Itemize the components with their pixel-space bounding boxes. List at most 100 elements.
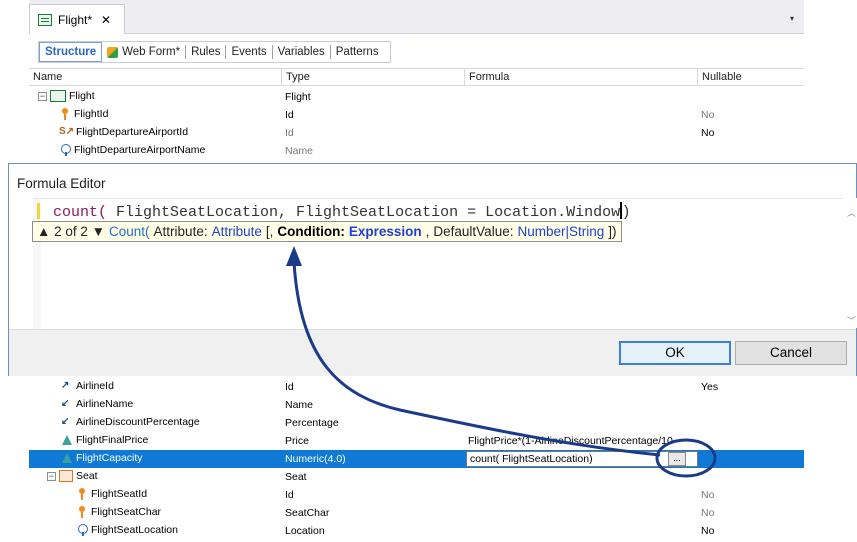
attribute-icon: [76, 524, 88, 536]
attribute-type: SeatChar: [285, 507, 330, 519]
param-condition-label: Condition:: [277, 224, 345, 239]
table-row[interactable]: FlightId Id No: [29, 106, 804, 124]
column-divider[interactable]: [281, 69, 282, 86]
collapse-icon[interactable]: −: [38, 91, 47, 101]
column-header-nullable[interactable]: Nullable: [702, 71, 742, 83]
tab-variables[interactable]: Variables: [273, 42, 330, 62]
attribute-type: Numeric(4.0): [285, 453, 346, 465]
tab-rules[interactable]: Rules: [186, 42, 225, 62]
code-close-paren: ): [621, 204, 631, 221]
level-icon: [59, 470, 73, 482]
attribute-type: Flight: [285, 91, 311, 103]
chevron-down-icon[interactable]: ▾: [790, 14, 794, 23]
attribute-name: FlightCapacity: [76, 452, 143, 464]
attribute-type: Id: [285, 381, 294, 393]
attribute-type: Id: [285, 109, 294, 121]
tab-web-form-label: Web Form*: [122, 46, 181, 58]
formula-editor-dialog: Formula Editor count( FlightSeatLocation…: [8, 163, 857, 376]
tab-structure[interactable]: Structure: [39, 42, 103, 62]
inferred-attribute-icon: [59, 144, 71, 156]
column-header-name[interactable]: Name: [33, 71, 62, 83]
key-icon: [76, 488, 88, 500]
attribute-name: FlightFinalPrice: [76, 434, 149, 446]
close-icon[interactable]: ✕: [101, 13, 111, 27]
inferred-icon: ↙: [61, 416, 70, 427]
attribute-nullable: No: [701, 109, 715, 121]
param-comma: ,: [425, 224, 430, 239]
cancel-button[interactable]: Cancel: [735, 341, 847, 365]
table-row[interactable]: − Seat Seat: [29, 468, 804, 486]
param-default-type: Number|String: [517, 224, 605, 239]
attribute-type: Id: [285, 127, 294, 139]
attribute-name: FlightDepartureAirportId: [76, 126, 189, 138]
formula-code-editor[interactable]: count( FlightSeatLocation, FlightSeatLoc…: [33, 198, 843, 329]
tab-events[interactable]: Events: [226, 42, 271, 62]
attribute-nullable: Yes: [701, 381, 719, 393]
table-row[interactable]: S↗ FlightDepartureAirportId Id No: [29, 124, 804, 142]
signature-help-tooltip: ▲ 2 of 2 ▼ Count(Attribute: Attribute [,…: [32, 221, 622, 242]
attribute-nullable: No: [701, 127, 715, 139]
table-row[interactable]: ↙ AirlineName Name: [29, 396, 804, 414]
column-divider[interactable]: [464, 69, 465, 86]
tab-web-form[interactable]: Web Form*: [102, 42, 185, 62]
level-icon: [50, 90, 66, 102]
param-attribute-label: Attribute:: [153, 224, 208, 239]
attribute-nullable: No: [701, 489, 715, 501]
code-arguments: FlightSeatLocation, FlightSeatLocation =…: [107, 204, 621, 221]
formula-icon: [61, 434, 73, 446]
attribute-name: Flight: [69, 90, 95, 102]
attribute-type: Price: [285, 435, 309, 447]
attribute-type: Seat: [285, 471, 307, 483]
table-row[interactable]: ↙ AirlineDiscountPercentage Percentage: [29, 414, 804, 432]
table-row[interactable]: ↗ AirlineId Id Yes: [29, 378, 804, 396]
attribute-name: AirlineDiscountPercentage: [76, 416, 200, 428]
object-subtabs: Structure Web Form* Rules Events Variabl…: [38, 41, 391, 63]
column-header-formula[interactable]: Formula: [469, 71, 509, 83]
subtype-icon: S↗: [59, 126, 75, 137]
table-row[interactable]: FlightDepartureAirportName Name: [29, 142, 804, 160]
dialog-title: Formula Editor: [17, 176, 106, 191]
attribute-type: Name: [285, 399, 314, 411]
column-divider[interactable]: [697, 69, 698, 86]
table-row[interactable]: FlightSeatLocation Location No: [29, 522, 804, 540]
code-function: count(: [53, 204, 108, 221]
webform-icon: [107, 46, 119, 58]
attribute-type: Name: [285, 145, 314, 157]
tab-flight-label: Flight*: [58, 12, 93, 27]
param-condition-type: Expression: [348, 224, 422, 239]
attribute-name: FlightSeatChar: [91, 506, 162, 518]
param-attribute-type: Attribute: [211, 224, 262, 239]
table-row[interactable]: FlightFinalPrice Price FlightPrice*(1-Ai…: [29, 432, 804, 450]
scroll-down-icon[interactable]: ﹀: [847, 314, 856, 327]
ok-button[interactable]: OK: [619, 341, 731, 365]
attribute-name: AirlineName: [76, 398, 134, 410]
attribute-name: FlightSeatId: [91, 488, 148, 500]
attribute-type: Id: [285, 489, 294, 501]
scroll-up-icon[interactable]: ︿: [847, 206, 856, 219]
tab-flight[interactable]: Flight* ✕: [29, 4, 125, 34]
attribute-formula: FlightPrice*(1-AirlineDiscountPercentage…: [468, 435, 673, 447]
foreign-key-icon: ↗: [61, 380, 70, 391]
formula-icon: [61, 452, 73, 464]
attribute-type: Percentage: [285, 417, 339, 429]
formula-input[interactable]: count( FlightSeatLocation): [466, 451, 698, 467]
table-row-selected[interactable]: FlightCapacity Numeric(4.0) count( Fligh…: [29, 450, 804, 468]
grid-header: Name Type Formula Nullable: [29, 68, 804, 86]
dialog-footer: OK Cancel: [9, 329, 856, 376]
attribute-name: FlightId: [74, 108, 109, 120]
column-header-type[interactable]: Type: [286, 71, 310, 83]
table-row[interactable]: − Flight Flight: [29, 88, 804, 106]
collapse-icon[interactable]: −: [47, 471, 56, 481]
tab-patterns[interactable]: Patterns: [331, 42, 384, 62]
optional-bracket: [,: [265, 224, 274, 239]
code-line[interactable]: count( FlightSeatLocation, FlightSeatLoc…: [53, 202, 631, 221]
changed-line-marker: [37, 203, 40, 219]
signature-close: ]): [608, 224, 617, 239]
inferred-icon: ↙: [61, 398, 70, 409]
attribute-name: FlightDepartureAirportName: [74, 144, 206, 156]
overload-counter[interactable]: ▲ 2 of 2 ▼: [37, 224, 105, 239]
table-row[interactable]: FlightSeatId Id No: [29, 486, 804, 504]
table-row[interactable]: FlightSeatChar SeatChar No: [29, 504, 804, 522]
key-icon: [59, 108, 71, 120]
formula-editor-button[interactable]: ...: [668, 452, 686, 466]
